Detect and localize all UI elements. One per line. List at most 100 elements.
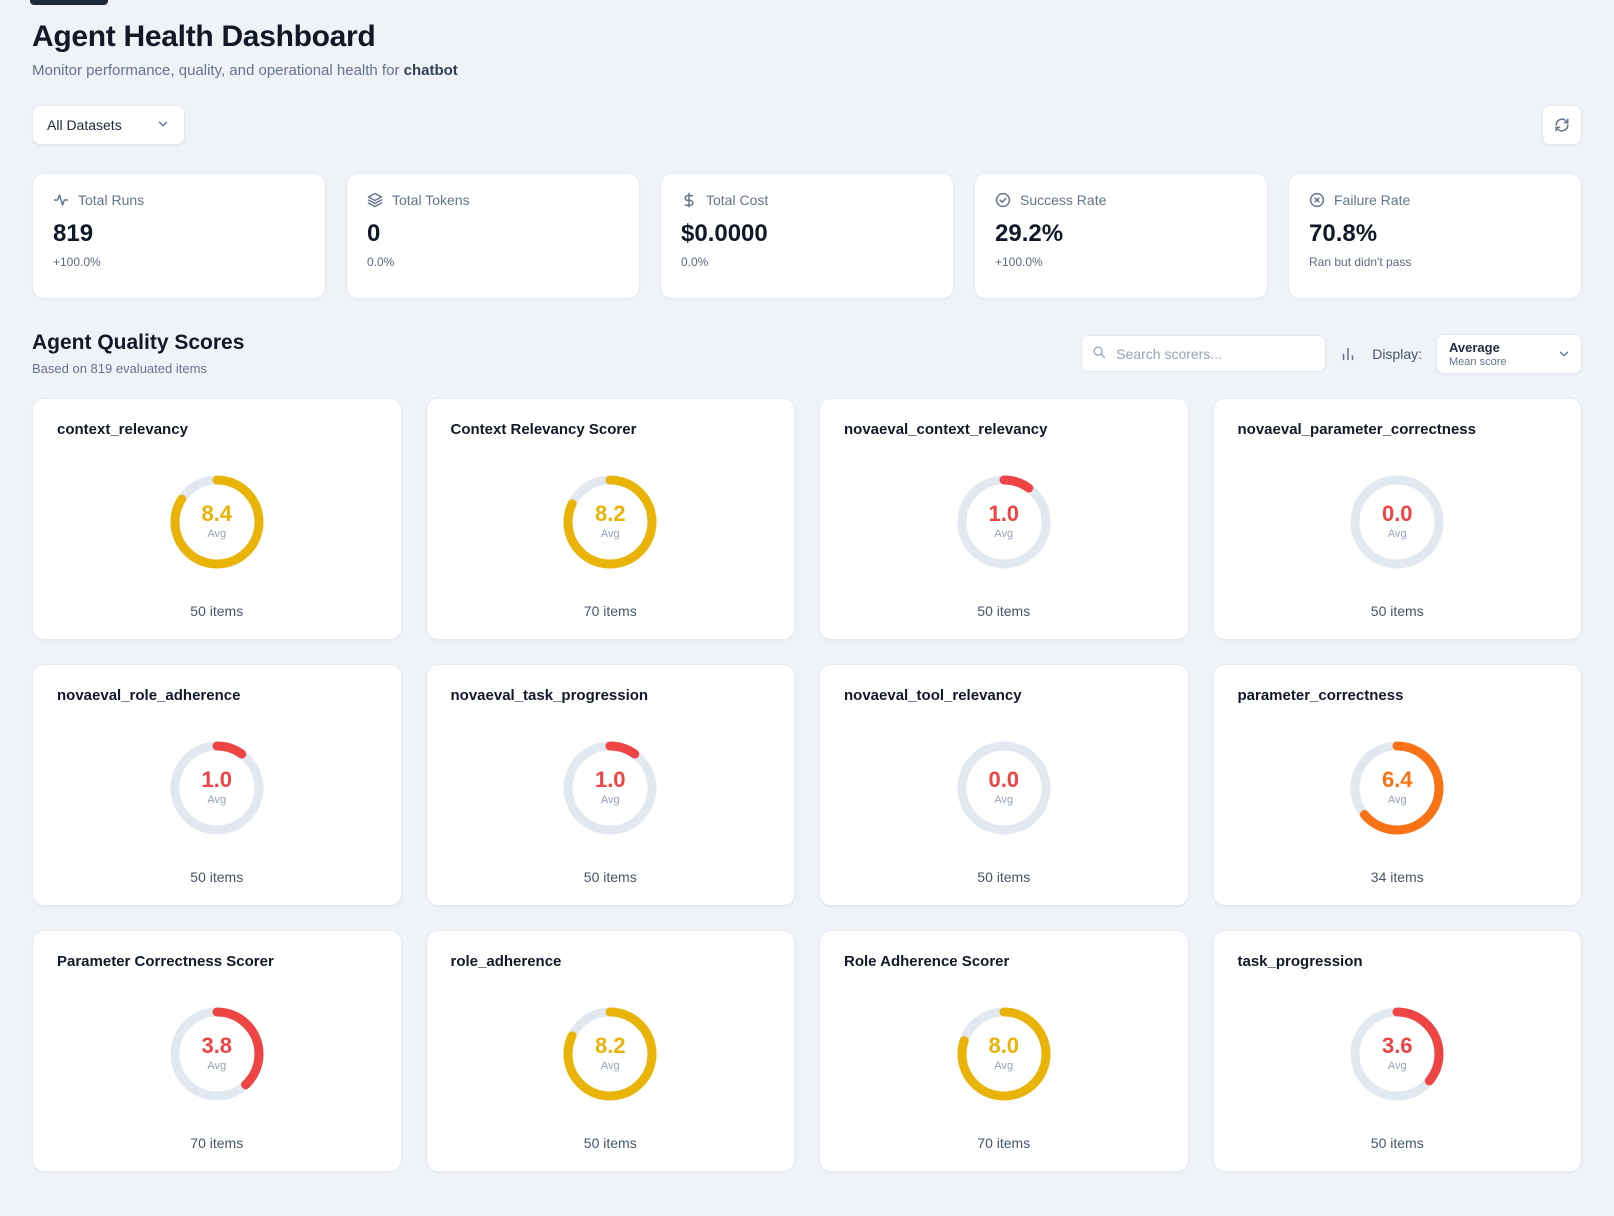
scorer-name: novaeval_parameter_correctness: [1238, 421, 1558, 438]
stat-value: 819: [53, 220, 305, 248]
avg-label: Avg: [601, 528, 620, 540]
scorer-name: parameter_correctness: [1238, 687, 1558, 704]
page-subtitle: Monitor performance, quality, and operat…: [32, 62, 1582, 79]
stat-value: 0: [367, 220, 619, 248]
avg-label: Avg: [1388, 1060, 1407, 1072]
score-donut: 3.6 Avg: [1347, 1004, 1447, 1104]
stat-delta: +100.0%: [995, 255, 1247, 269]
refresh-button[interactable]: [1542, 105, 1582, 145]
items-count: 50 items: [1238, 1135, 1558, 1151]
score-value: 1.0: [595, 769, 626, 791]
scorer-card[interactable]: novaeval_role_adherence 1.0 Avg 50 items: [32, 664, 402, 906]
stat-label: Total Runs: [78, 192, 144, 208]
stat-value: $0.0000: [681, 220, 933, 248]
stat-delta: +100.0%: [53, 255, 305, 269]
scorer-name: novaeval_tool_relevancy: [844, 687, 1164, 704]
stat-value: 70.8%: [1309, 220, 1561, 248]
items-count: 50 items: [57, 603, 377, 619]
avg-label: Avg: [1388, 794, 1407, 806]
scorer-name: novaeval_role_adherence: [57, 687, 377, 704]
controls-row: All Datasets: [32, 105, 1582, 145]
score-value: 0.0: [988, 769, 1019, 791]
stat-value: 29.2%: [995, 220, 1247, 248]
items-count: 50 items: [1238, 603, 1558, 619]
stats-row: Total Runs 819 +100.0% Total Tokens 0 0.…: [32, 173, 1582, 299]
scorer-card[interactable]: Role Adherence Scorer 8.0 Avg 70 items: [819, 930, 1189, 1172]
chevron-down-icon: [1557, 347, 1573, 363]
quality-header: Agent Quality Scores Based on 819 evalua…: [32, 331, 1582, 376]
subtitle-target: chatbot: [404, 62, 458, 79]
stat-label: Total Cost: [706, 192, 768, 208]
avg-label: Avg: [207, 1060, 226, 1072]
score-value: 6.4: [1382, 769, 1413, 791]
dataset-filter-value: All Datasets: [47, 117, 122, 133]
quality-tools: Display: Average Mean score: [1081, 334, 1582, 374]
scorer-name: role_adherence: [451, 953, 771, 970]
score-value: 3.8: [201, 1035, 232, 1057]
scorer-card[interactable]: Context Relevancy Scorer 8.2 Avg 70 item…: [426, 398, 796, 640]
scorer-card[interactable]: parameter_correctness 6.4 Avg 34 items: [1213, 664, 1583, 906]
window-artifact: [30, 0, 108, 5]
score-value: 8.2: [595, 1035, 626, 1057]
scorer-name: novaeval_task_progression: [451, 687, 771, 704]
score-donut: 1.0 Avg: [560, 738, 660, 838]
layers-icon: [367, 192, 383, 208]
score-donut: 1.0 Avg: [954, 472, 1054, 572]
scorer-card[interactable]: novaeval_parameter_correctness 0.0 Avg 5…: [1213, 398, 1583, 640]
items-count: 50 items: [451, 869, 771, 885]
scorer-search: [1081, 335, 1326, 372]
scorer-search-input[interactable]: [1081, 335, 1326, 372]
agent-health-dashboard: Agent Health Dashboard Monitor performan…: [0, 0, 1614, 1216]
avg-label: Avg: [994, 1060, 1013, 1072]
display-mode-value: Average: [1449, 340, 1551, 355]
display-label: Display:: [1372, 346, 1422, 362]
scorer-card[interactable]: context_relevancy 8.4 Avg 50 items: [32, 398, 402, 640]
scorer-name: Parameter Correctness Scorer: [57, 953, 377, 970]
refresh-icon: [1554, 117, 1570, 133]
scorer-card[interactable]: novaeval_tool_relevancy 0.0 Avg 50 items: [819, 664, 1189, 906]
scorer-card[interactable]: novaeval_context_relevancy 1.0 Avg 50 it…: [819, 398, 1189, 640]
score-donut: 3.8 Avg: [167, 1004, 267, 1104]
page-title: Agent Health Dashboard: [32, 20, 1582, 54]
scorer-name: context_relevancy: [57, 421, 377, 438]
scorer-card[interactable]: task_progression 3.6 Avg 50 items: [1213, 930, 1583, 1172]
stat-label: Total Tokens: [392, 192, 470, 208]
avg-label: Avg: [601, 794, 620, 806]
chevron-down-icon: [156, 117, 172, 133]
scorer-name: Context Relevancy Scorer: [451, 421, 771, 438]
items-count: 50 items: [844, 603, 1164, 619]
scorer-card[interactable]: novaeval_task_progression 1.0 Avg 50 ite…: [426, 664, 796, 906]
bar-chart-icon: [1340, 346, 1356, 362]
score-value: 1.0: [201, 769, 232, 791]
items-count: 50 items: [451, 1135, 771, 1151]
stat-card: Total Cost $0.0000 0.0%: [660, 173, 954, 299]
activity-icon: [53, 192, 69, 208]
score-donut: 8.2 Avg: [560, 1004, 660, 1104]
avg-label: Avg: [601, 1060, 620, 1072]
stat-delta: Ran but didn't pass: [1309, 255, 1561, 269]
score-value: 8.4: [201, 503, 232, 525]
stat-card: Success Rate 29.2% +100.0%: [974, 173, 1268, 299]
dollar-icon: [681, 192, 697, 208]
stat-label: Success Rate: [1020, 192, 1106, 208]
scorer-name: task_progression: [1238, 953, 1558, 970]
display-mode-sub: Mean score: [1449, 356, 1551, 368]
stat-card: Failure Rate 70.8% Ran but didn't pass: [1288, 173, 1582, 299]
display-mode-select[interactable]: Average Mean score: [1436, 334, 1582, 374]
scorer-card[interactable]: Parameter Correctness Scorer 3.8 Avg 70 …: [32, 930, 402, 1172]
scorer-card[interactable]: role_adherence 8.2 Avg 50 items: [426, 930, 796, 1172]
scorer-name: Role Adherence Scorer: [844, 953, 1164, 970]
check-circle-icon: [995, 192, 1011, 208]
stat-label: Failure Rate: [1334, 192, 1410, 208]
score-donut: 0.0 Avg: [1347, 472, 1447, 572]
score-value: 3.6: [1382, 1035, 1413, 1057]
avg-label: Avg: [207, 794, 226, 806]
score-value: 1.0: [988, 503, 1019, 525]
avg-label: Avg: [994, 528, 1013, 540]
dataset-filter-select[interactable]: All Datasets: [32, 105, 185, 145]
subtitle-text: Monitor performance, quality, and operat…: [32, 62, 404, 79]
items-count: 70 items: [451, 603, 771, 619]
items-count: 70 items: [57, 1135, 377, 1151]
stat-delta: 0.0%: [681, 255, 933, 269]
search-icon: [1092, 345, 1108, 361]
